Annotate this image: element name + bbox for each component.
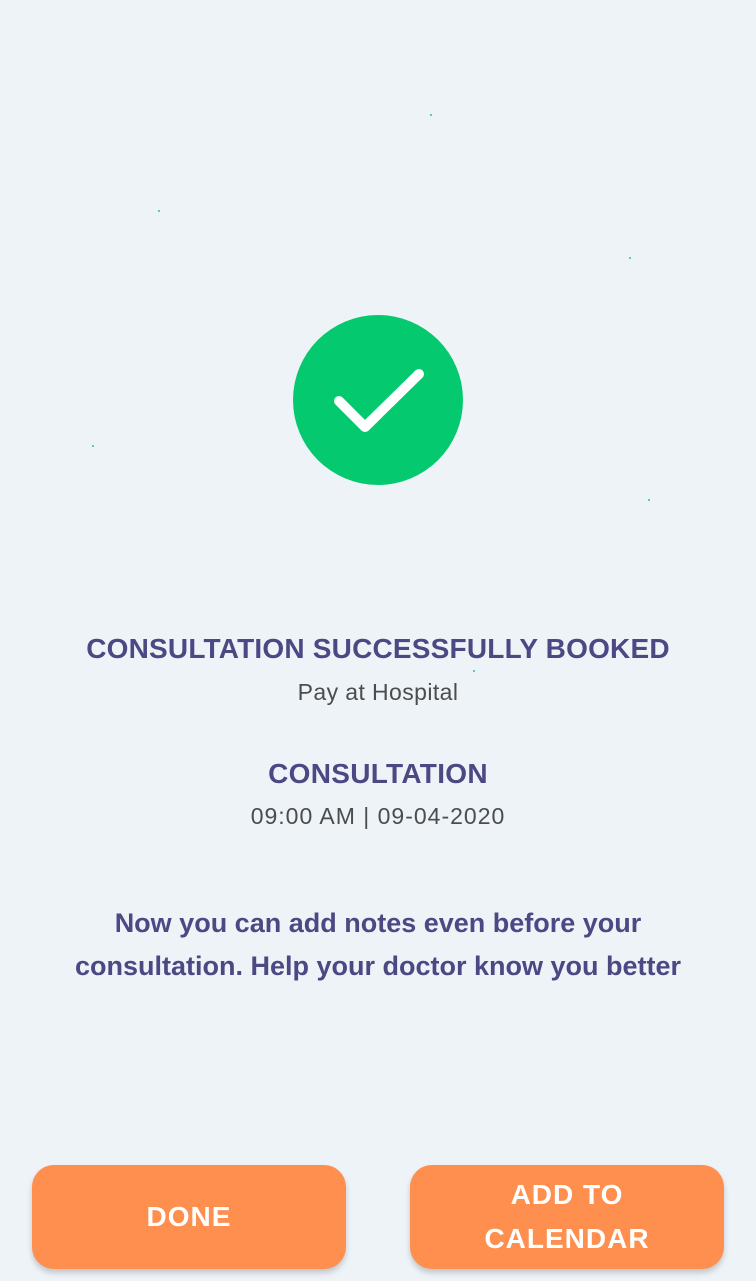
confetti-dot [648, 499, 650, 501]
confetti-dot [92, 445, 94, 447]
done-button[interactable]: DONE [32, 1165, 346, 1269]
appointment-datetime: 09:00 AM | 09-04-2020 [250, 803, 506, 829]
add-to-calendar-label: ADD TO CALENDAR [484, 1179, 650, 1254]
payment-mode: Pay at Hospital [297, 679, 459, 705]
done-button-label: DONE [146, 1201, 232, 1232]
confetti-dot [158, 210, 160, 212]
confetti-dot [473, 670, 475, 672]
check-icon [334, 369, 424, 432]
notes-prompt[interactable]: Now you can add notes even before your c… [30, 902, 726, 988]
appointment-type: CONSULTATION [268, 758, 488, 789]
confetti-dot [629, 257, 631, 259]
success-badge [293, 315, 463, 485]
confetti-dot [430, 114, 432, 116]
confirmation-title: CONSULTATION SUCCESSFULLY BOOKED [86, 633, 670, 664]
add-to-calendar-button[interactable]: ADD TO CALENDAR [410, 1165, 724, 1269]
